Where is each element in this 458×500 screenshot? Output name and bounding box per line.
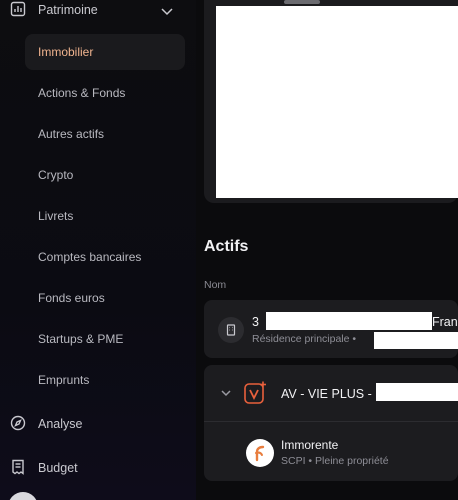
sidebar: Patrimoine Immobilier Actions & Fonds Au… — [0, 0, 196, 500]
sidebar-item-comptes-bancaires[interactable]: Comptes bancaires — [25, 239, 185, 275]
receipt-icon — [10, 459, 26, 475]
building-icon — [218, 317, 244, 343]
sidebar-item-actions-fonds[interactable]: Actions & Fonds — [25, 75, 185, 111]
vie-plus-logo — [244, 381, 266, 404]
redaction — [376, 383, 458, 401]
chevron-down-icon[interactable] — [220, 387, 232, 399]
sidebar-item-label: Autres actifs — [38, 127, 105, 141]
redacted-panel — [216, 6, 458, 198]
compass-icon — [10, 415, 26, 431]
sidebar-group-patrimoine[interactable]: Patrimoine — [0, 0, 196, 22]
sidebar-item-livrets[interactable]: Livrets — [25, 198, 185, 234]
sidebar-group-label: Patrimoine — [38, 3, 98, 17]
column-header-name[interactable]: Nom — [204, 279, 226, 291]
sidebar-item-fonds-euros[interactable]: Fonds euros — [25, 280, 185, 316]
asset-subtitle: Résidence principale • — [252, 333, 357, 345]
sidebar-item-label: Analyse — [38, 417, 83, 431]
sub-asset-subtitle: SCPI • Pleine propriété — [281, 455, 389, 467]
chart-icon — [10, 1, 26, 17]
asset-name: 3 — [252, 315, 259, 329]
sidebar-item-label: Startups & PME — [38, 332, 124, 346]
sidebar-item-budget[interactable]: Budget — [0, 457, 196, 479]
tab-indicator — [284, 0, 320, 4]
sidebar-item-label: Comptes bancaires — [38, 250, 142, 264]
sidebar-item-label: Fonds euros — [38, 291, 105, 305]
sidebar-item-label: Emprunts — [38, 373, 90, 387]
main-content: Actifs Nom 3 Franc Résidence principale … — [196, 0, 458, 500]
redaction — [266, 312, 432, 330]
asset-row[interactable]: 3 Franc Résidence principale • — [204, 300, 458, 358]
asset-name: AV - VIE PLUS - — [281, 387, 372, 401]
sidebar-item-crypto[interactable]: Crypto — [25, 157, 185, 193]
redaction — [374, 332, 458, 349]
avatar[interactable] — [8, 492, 38, 500]
sub-asset-name: Immorente — [281, 438, 339, 452]
sidebar-item-label: Budget — [38, 461, 78, 475]
sidebar-item-emprunts[interactable]: Emprunts — [25, 362, 185, 398]
sidebar-item-immobilier[interactable]: Immobilier — [25, 34, 185, 70]
app-root: Patrimoine Immobilier Actions & Fonds Au… — [0, 0, 458, 500]
sidebar-item-label: Crypto — [38, 168, 74, 182]
sofidy-logo — [246, 439, 274, 467]
sidebar-item-analyse[interactable]: Analyse — [0, 413, 196, 435]
sidebar-item-autres-actifs[interactable]: Autres actifs — [25, 116, 185, 152]
sidebar-item-startups-pme[interactable]: Startups & PME — [25, 321, 185, 357]
sidebar-item-label: Immobilier — [38, 45, 94, 59]
sidebar-item-label: Actions & Fonds — [38, 86, 126, 100]
sidebar-item-label: Livrets — [38, 209, 74, 223]
asset-name-suffix: Franc — [432, 315, 458, 329]
divider — [204, 421, 458, 422]
section-title: Actifs — [204, 238, 249, 255]
asset-group[interactable]: AV - VIE PLUS - Immorente SCPI • Pleine … — [204, 365, 458, 481]
chevron-down-icon[interactable] — [160, 4, 174, 18]
